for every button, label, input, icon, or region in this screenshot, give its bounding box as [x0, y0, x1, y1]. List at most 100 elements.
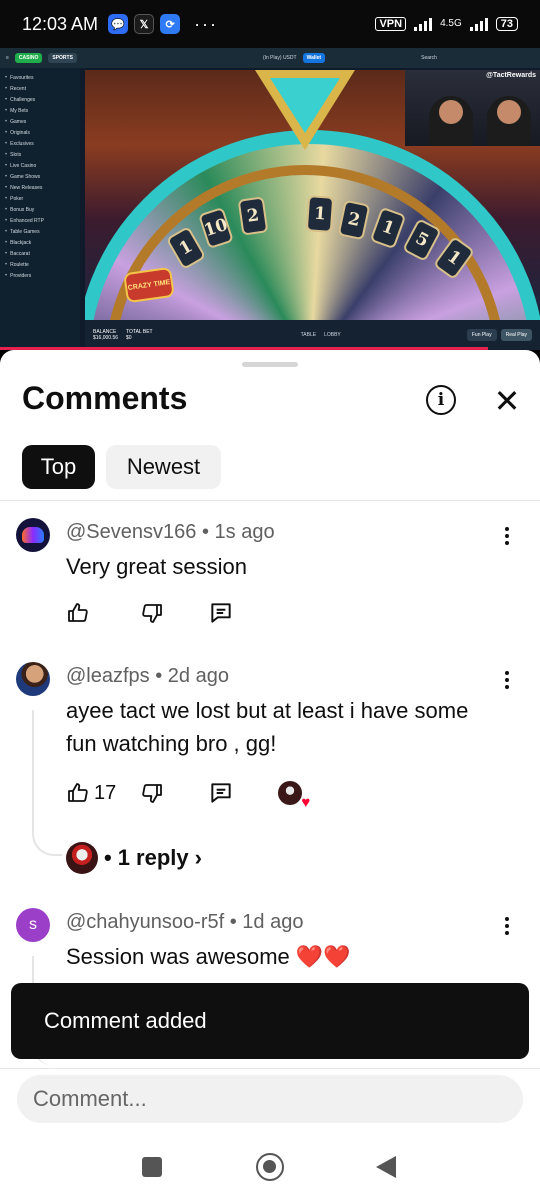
sidebar-item: Bonus Buy	[5, 204, 75, 215]
more-options-icon[interactable]	[498, 914, 516, 938]
sports-tab: SPORTS	[48, 53, 77, 63]
comment-input[interactable]	[17, 1075, 523, 1123]
total-bet-box: TOTAL BET $0	[126, 329, 153, 341]
comment-text: Very great session	[66, 554, 247, 579]
comments-panel: Comments i ✕ Top Newest @Sevensv166 • 1s…	[0, 350, 540, 1070]
wheel-segment: 1	[305, 195, 335, 233]
drag-handle[interactable]	[242, 362, 298, 367]
balance-box: BALANCE $16,000.56	[93, 329, 118, 341]
comment-age: 1d ago	[242, 911, 304, 933]
status-time: 12:03 AM	[22, 13, 99, 34]
more-options-icon[interactable]	[498, 524, 516, 548]
sidebar-item: Providers	[5, 270, 75, 281]
comment-author[interactable]: @leazfps	[66, 665, 150, 687]
total-bet-value: $0	[126, 335, 132, 341]
sidebar-item: Roulette	[5, 259, 75, 270]
signal-icon	[414, 17, 433, 31]
message-app-icon: 💬	[108, 14, 129, 34]
back-button[interactable]	[376, 1156, 396, 1178]
sidebar-item: Recent	[5, 83, 75, 94]
sidebar-item: Slots	[5, 149, 75, 160]
comment-meta: @chahyunsoo-r5f • 1d ago	[66, 911, 304, 933]
sidebar-item: New Releases	[5, 182, 75, 193]
comment-actions	[66, 598, 234, 628]
thumbs-up-icon	[68, 783, 88, 802]
comment-text: ayee tact we lost but at least i have so…	[66, 698, 469, 756]
streamer-1	[429, 96, 473, 146]
avatar[interactable]	[16, 518, 50, 552]
comment-author[interactable]: @chahyunsoo-r5f	[66, 911, 224, 933]
menu-icon: ≡	[6, 55, 9, 61]
creator-heart-icon	[278, 781, 310, 811]
vpn-badge: VPN	[375, 17, 407, 31]
thumbs-down-icon	[142, 604, 162, 623]
table-label: TABLE	[300, 332, 317, 338]
reply-count: 1 reply	[117, 845, 189, 870]
view-replies-button[interactable]: • 1 reply ›	[66, 842, 202, 874]
sidebar-item: Favourites	[5, 72, 75, 83]
battery-icon: 73	[495, 17, 518, 31]
sync-app-icon: ⟳	[160, 14, 181, 34]
home-button[interactable]	[256, 1153, 284, 1181]
sort-top-chip[interactable]: Top	[22, 445, 95, 489]
bullet: •	[104, 845, 112, 870]
close-icon[interactable]: ✕	[490, 384, 524, 418]
fun-play-button: Fun Play	[466, 329, 497, 341]
more-options-icon[interactable]	[498, 668, 516, 692]
system-nav-bar	[0, 1140, 540, 1200]
search-label: Search	[421, 55, 437, 61]
sidebar-item: Originals	[5, 127, 75, 138]
game-controls-bar: BALANCE $16,000.56 TOTAL BET $0 TABLE LO…	[85, 320, 540, 350]
sidebar-item: My Bets	[5, 105, 75, 116]
sidebar-item: Table Games	[5, 226, 75, 237]
balance-value: $16,000.56	[93, 335, 119, 341]
more-notifications-icon: ···	[194, 13, 219, 34]
comment-actions: 17	[66, 778, 310, 811]
notification-icons: 💬 𝕏 ⟳ ···	[108, 14, 218, 35]
sort-newest-chip[interactable]: Newest	[106, 445, 221, 489]
composer-area	[0, 1068, 540, 1140]
reply-button[interactable]	[208, 780, 234, 806]
panel-title: Comments	[22, 380, 188, 416]
comment-author[interactable]: @Sevensv166	[66, 521, 196, 543]
play-mode: (In Play) USDT	[262, 55, 297, 61]
status-right: VPN 4.5G 73	[375, 17, 518, 31]
sidebar-item: Challenges	[5, 94, 75, 105]
dislike-button[interactable]	[140, 601, 164, 625]
video-player[interactable]: ≡ CASINO SPORTS (In Play) USDT Wallet Se…	[0, 48, 540, 350]
real-play-button: Real Play	[500, 329, 532, 341]
avatar[interactable]	[16, 662, 50, 696]
signal-icon-2	[469, 17, 488, 31]
comment-age: 2d ago	[167, 665, 229, 687]
wheel-segment: 2	[237, 196, 269, 236]
site-sidebar: Favourites Recent Challenges My Bets Gam…	[0, 68, 80, 350]
dislike-button[interactable]	[140, 781, 164, 805]
sidebar-item: Blackjack	[5, 237, 75, 248]
reply-icon	[211, 783, 231, 803]
sidebar-item: Baccarat	[5, 248, 75, 259]
comment-age: 1s ago	[214, 521, 275, 543]
sidebar-item: Games	[5, 116, 75, 127]
avatar[interactable]: s	[16, 908, 50, 942]
chevron-right-icon: ›	[194, 845, 202, 870]
like-button[interactable]: 17	[66, 781, 116, 805]
divider	[0, 500, 540, 501]
sidebar-item: Live Casino	[5, 160, 75, 171]
toast-snackbar: Comment added	[11, 983, 529, 1059]
streamer-webcam: @TactRewards	[405, 70, 540, 146]
lobby-label: LOBBY	[324, 332, 341, 338]
comment-meta: @leazfps • 2d ago	[66, 665, 229, 687]
reply-button[interactable]	[208, 600, 234, 626]
thread-line	[32, 710, 62, 856]
info-icon[interactable]: i	[426, 385, 456, 415]
reply-avatar	[66, 842, 98, 874]
like-count: 17	[94, 781, 117, 804]
play-mode-buttons: Fun Play Real Play	[466, 329, 532, 341]
thumbs-up-icon	[68, 603, 88, 622]
recents-button[interactable]	[142, 1157, 162, 1177]
site-topbar: ≡ CASINO SPORTS (In Play) USDT Wallet Se…	[0, 48, 540, 68]
sidebar-item: Poker	[5, 193, 75, 204]
like-button[interactable]	[66, 601, 90, 625]
wallet-button: Wallet	[302, 53, 326, 63]
sidebar-item: Game Shows	[5, 171, 75, 182]
